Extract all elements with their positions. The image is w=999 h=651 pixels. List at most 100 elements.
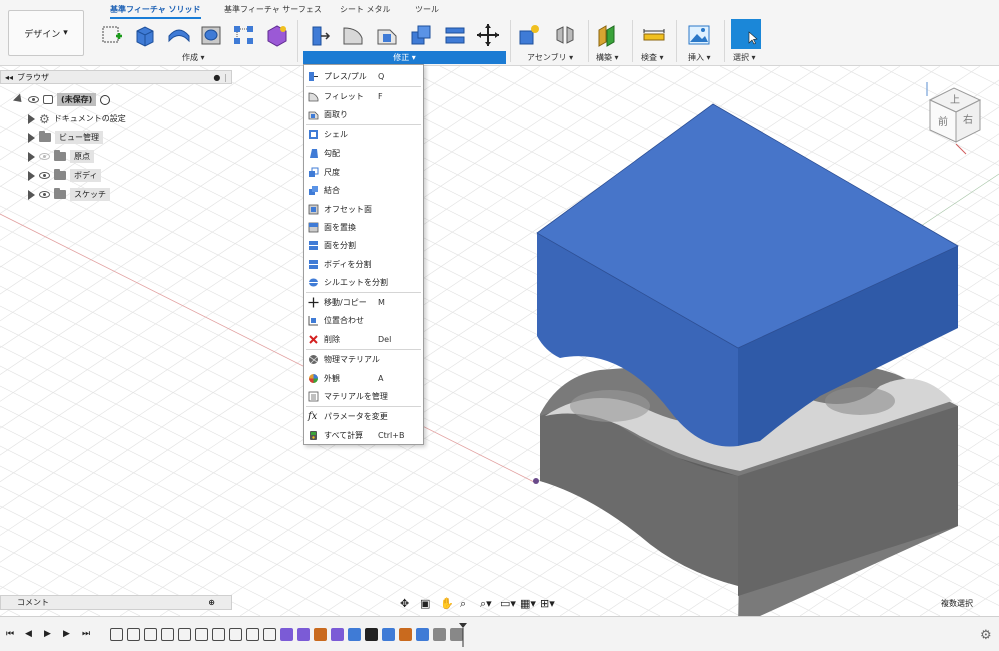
step-forward-icon[interactable]: ▶ <box>63 629 75 641</box>
menu-item-offset-face[interactable]: オフセット面 <box>304 200 423 218</box>
timeline-feature-icon[interactable] <box>144 628 157 641</box>
modify-group-label[interactable]: 修正 ▾ <box>303 51 506 64</box>
timeline-feature-icon[interactable] <box>314 628 327 641</box>
menu-item-move-copy[interactable]: 移動/コピー M <box>304 293 423 311</box>
go-to-start-icon[interactable]: ⏮ <box>6 629 18 641</box>
revolve-icon[interactable] <box>166 22 192 48</box>
menu-item-align[interactable]: 位置合わせ <box>304 311 423 329</box>
menu-item-shell[interactable]: シェル <box>304 125 423 143</box>
viewcube-right-label[interactable]: 右 <box>963 113 973 126</box>
display-settings-icon[interactable]: ▭▾ <box>500 597 516 610</box>
menu-item-physical-material[interactable]: 物理マテリアル <box>304 350 423 368</box>
timeline-feature-icon[interactable] <box>195 628 208 641</box>
timeline-feature-icon[interactable] <box>161 628 174 641</box>
panel-handle[interactable]: | <box>224 73 227 82</box>
menu-item-change-parameters[interactable]: fx パラメータを変更 <box>304 407 423 425</box>
timeline-feature-icon[interactable] <box>416 628 429 641</box>
pan-icon[interactable]: ✋ <box>440 597 454 610</box>
menu-item-compute-all[interactable]: すべて計算 Ctrl+B <box>304 426 423 444</box>
insert-canvas-icon[interactable] <box>686 22 712 48</box>
eye-icon[interactable] <box>39 172 50 179</box>
select-group-label[interactable]: 選択 ▾ <box>733 52 756 63</box>
look-at-icon[interactable]: ▣ <box>420 597 434 610</box>
inspect-group-label[interactable]: 検査 ▾ <box>641 52 664 63</box>
orbit-icon[interactable]: ✥ <box>400 597 414 610</box>
expand-right-icon[interactable] <box>28 132 35 143</box>
menu-item-split-silhouette[interactable]: シルエットを分割 <box>304 273 423 291</box>
hole-icon[interactable] <box>198 22 224 48</box>
menu-item-replace-face[interactable]: 面を置換 <box>304 218 423 236</box>
tab-tools[interactable]: ツール <box>415 4 439 17</box>
move-icon[interactable] <box>475 22 501 48</box>
browser-item-origin[interactable]: 原点 <box>28 149 94 164</box>
browser-item-bodies[interactable]: ボディ <box>28 168 102 183</box>
menu-item-scale[interactable]: 尺度 <box>304 163 423 181</box>
viewports-icon[interactable]: ⊞▾ <box>540 597 555 610</box>
timeline-feature-icon[interactable] <box>212 628 225 641</box>
timeline-feature-icon[interactable] <box>331 628 344 641</box>
timeline-feature-icon[interactable] <box>382 628 395 641</box>
zoom-icon[interactable]: ⌕ <box>460 597 474 610</box>
split-body-icon[interactable] <box>442 22 468 48</box>
press-pull-icon[interactable] <box>307 22 333 48</box>
construct-group-label[interactable]: 構築 ▾ <box>596 52 619 63</box>
timeline-feature-icon[interactable] <box>297 628 310 641</box>
step-back-icon[interactable]: ◀ <box>25 629 37 641</box>
offset-plane-icon[interactable] <box>594 22 620 48</box>
workspace-design-button[interactable]: デザイン ▾ <box>8 10 84 56</box>
timeline-feature-icon[interactable] <box>127 628 140 641</box>
create-sketch-icon[interactable] <box>100 22 126 48</box>
create-form-icon[interactable] <box>264 22 290 48</box>
expand-right-icon[interactable] <box>28 189 35 200</box>
timeline-feature-icon[interactable] <box>229 628 242 641</box>
rectangular-pattern-icon[interactable] <box>231 22 257 48</box>
eye-icon[interactable] <box>28 96 39 103</box>
timeline-feature-icon[interactable] <box>246 628 259 641</box>
collapse-icon[interactable]: ◂◂ <box>5 73 13 82</box>
new-component-icon[interactable] <box>516 22 542 48</box>
menu-item-draft[interactable]: 勾配 <box>304 144 423 162</box>
expand-right-icon[interactable] <box>28 113 35 124</box>
tab-solid[interactable]: 基準フィーチャ ソリッド <box>110 4 201 19</box>
timeline-feature-icon[interactable] <box>110 628 123 641</box>
browser-item-document-settings[interactable]: ⚙ ドキュメントの設定 <box>28 111 126 126</box>
timeline-feature-icon[interactable] <box>263 628 276 641</box>
menu-item-chamfer[interactable]: 面取り <box>304 105 423 123</box>
menu-item-fillet[interactable]: フィレット F <box>304 87 423 105</box>
timeline-feature-icon[interactable] <box>280 628 293 641</box>
browser-item-sketches[interactable]: スケッチ <box>28 187 110 202</box>
select-icon[interactable] <box>731 19 761 49</box>
chamfer-icon[interactable] <box>374 22 400 48</box>
menu-item-split-face[interactable]: 面を分割 <box>304 236 423 254</box>
menu-item-delete[interactable]: 削除 Del <box>304 330 423 348</box>
timeline-marker-icon[interactable] <box>459 623 467 647</box>
assembly-group-label[interactable]: アセンブリ ▾ <box>527 52 573 63</box>
radio-active-icon[interactable] <box>100 94 111 105</box>
add-comment-icon[interactable]: ⊕ <box>208 598 215 607</box>
minus-icon[interactable]: ● <box>213 73 220 82</box>
fit-icon[interactable]: ⌕▾ <box>480 597 494 610</box>
eye-icon[interactable] <box>39 191 50 198</box>
multi-select-label[interactable]: 複数選択 <box>941 598 973 609</box>
timeline-feature-icon[interactable] <box>433 628 446 641</box>
timeline-feature-icon[interactable] <box>399 628 412 641</box>
expand-down-icon[interactable] <box>12 93 26 106</box>
menu-item-manage-materials[interactable]: マテリアルを管理 <box>304 387 423 405</box>
extrude-icon[interactable] <box>132 22 158 48</box>
expand-right-icon[interactable] <box>28 151 35 162</box>
tab-sheet-metal[interactable]: シート メタル <box>340 4 391 17</box>
combine-icon[interactable] <box>408 22 434 48</box>
viewcube-front-label[interactable]: 前 <box>938 115 948 128</box>
timeline-feature-icon[interactable] <box>178 628 191 641</box>
menu-item-appearance[interactable]: 外観 A <box>304 369 423 387</box>
viewcube[interactable]: 上 前 右 <box>922 82 988 156</box>
menu-item-combine[interactable]: 結合 <box>304 181 423 199</box>
go-to-end-icon[interactable]: ⏭ <box>82 629 94 641</box>
play-icon[interactable]: ▶ <box>44 629 56 641</box>
fillet-icon[interactable] <box>340 22 366 48</box>
browser-item-named-views[interactable]: ビュー管理 <box>28 130 103 145</box>
comments-panel[interactable]: コメント ⊕ <box>0 595 232 610</box>
timeline-feature-icon[interactable] <box>365 628 378 641</box>
settings-gear-icon[interactable]: ⚙ <box>980 628 992 643</box>
browser-root-node[interactable]: (未保存) <box>12 92 111 107</box>
